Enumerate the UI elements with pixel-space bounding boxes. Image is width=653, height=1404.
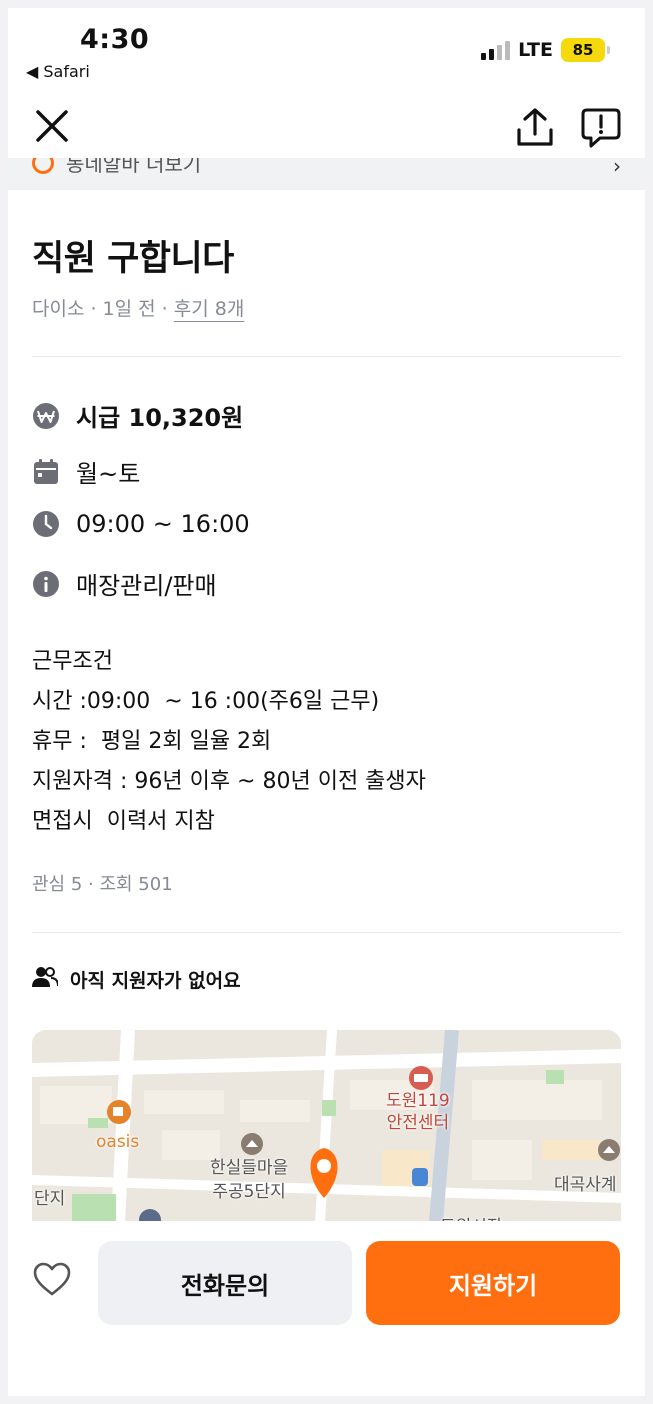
job-description: 근무조건 시간 :09:00 ~ 16 :00(주6일 근무) 휴무 : 평일 …: [32, 642, 426, 842]
reviews-link[interactable]: 후기 8개: [174, 298, 245, 320]
description-line: 휴무 : 평일 2회 일율 2회: [32, 729, 272, 754]
clock-icon: [32, 510, 60, 538]
post-stats: 관심 5 · 조회 501: [32, 874, 173, 895]
close-icon[interactable]: [32, 106, 72, 146]
divider: [32, 932, 621, 933]
heart-icon[interactable]: [32, 1260, 72, 1300]
map-label-left: 단지: [34, 1189, 66, 1209]
days-row: 월~토: [32, 454, 140, 489]
divider: [32, 356, 621, 357]
wage-text: 시급 10,320원: [76, 404, 244, 432]
description-line: 근무조건: [32, 649, 113, 674]
info-icon: [32, 570, 60, 598]
screen: 4:30 ◀ Safari LTE 85 동네알바 더보기 › 직원 구합니다 …: [8, 8, 645, 1396]
post-meta: 다이소 · 1일 전 · 후기 8개: [32, 294, 244, 321]
report-icon[interactable]: [580, 106, 622, 150]
battery-icon: 85: [561, 38, 610, 62]
chevron-right-icon: ›: [613, 158, 621, 178]
description-line: 면접시 이력서 지참: [32, 809, 215, 834]
network-label: LTE: [518, 39, 553, 61]
calendar-icon: [32, 458, 60, 486]
description-line: 지원자격 : 96년 이후 ~ 80년 이전 출생자: [32, 769, 426, 794]
more-jobs-banner[interactable]: 동네알바 더보기 ›: [8, 158, 645, 190]
post-meta-text: 다이소 · 1일 전 ·: [32, 298, 174, 320]
map-label-cafe: oasis: [96, 1132, 140, 1152]
status-indicators: LTE 85: [481, 38, 610, 62]
banner-text: 동네알바 더보기: [66, 158, 202, 176]
wage-row: 시급 10,320원: [32, 398, 243, 433]
days-text: 월~토: [76, 460, 141, 488]
map-label-right: 대곡사계: [554, 1175, 617, 1195]
signal-icon: [481, 40, 511, 60]
hours-row: 09:00 ~ 16:00: [32, 510, 250, 538]
category-row: 매장관리/판매: [32, 566, 217, 601]
search-icon: [32, 158, 54, 174]
apply-button[interactable]: 지원하기: [366, 1241, 620, 1325]
map-label-station: 도원119 안전센터: [386, 1091, 450, 1133]
back-to-safari-link[interactable]: ◀ Safari: [26, 62, 90, 81]
description-line: 시간 :09:00 ~ 16 :00(주6일 근무): [32, 689, 380, 714]
status-time: 4:30: [80, 24, 150, 55]
call-inquiry-button[interactable]: 전화문의: [98, 1241, 352, 1325]
category-text: 매장관리/판매: [76, 572, 217, 600]
hours-text: 09:00 ~ 16:00: [76, 510, 250, 538]
post-title: 직원 구합니다: [32, 239, 234, 279]
location-map[interactable]: 도원119 안전센터 한실들마을 주공5단지 oasis 단지 대곡사계 도원시…: [32, 1030, 621, 1222]
map-label-apartment: 한실들마을 주공5단지: [210, 1158, 289, 1202]
applicants-status: 아직 지원자가 없어요: [32, 966, 241, 993]
applicants-text: 아직 지원자가 없어요: [70, 970, 241, 992]
won-icon: [32, 402, 60, 430]
share-icon[interactable]: [514, 106, 556, 150]
people-icon: [32, 966, 59, 993]
